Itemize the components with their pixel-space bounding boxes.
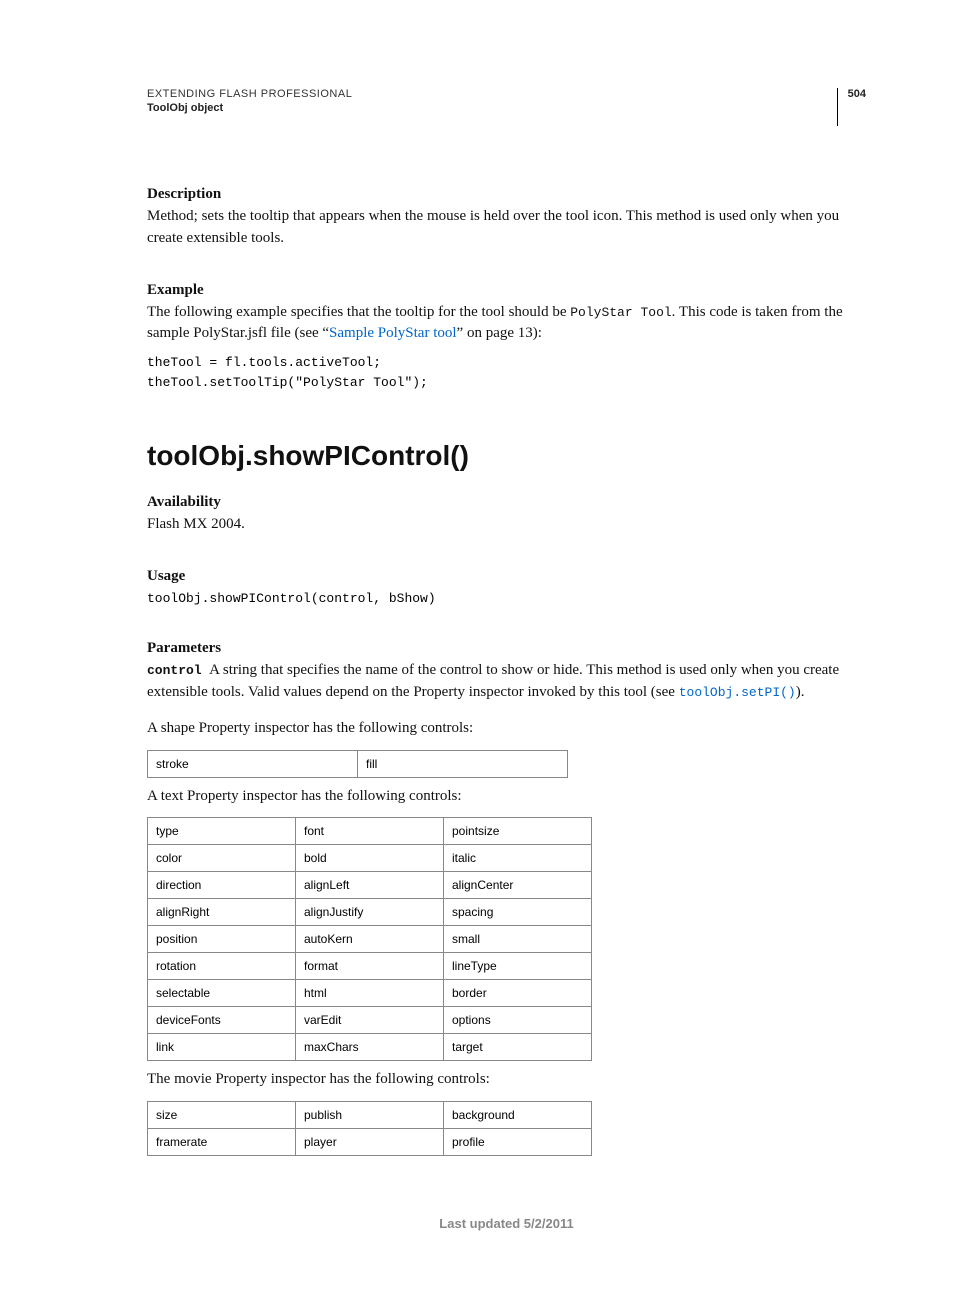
- movie-intro: The movie Property inspector has the fol…: [147, 1069, 866, 1091]
- example-code-block: theTool = fl.tools.activeTool; theTool.s…: [147, 353, 866, 392]
- table-row: sizepublishbackground: [148, 1102, 592, 1129]
- table-cell: position: [148, 926, 296, 953]
- example-heading: Example: [147, 282, 866, 299]
- table-cell: fill: [358, 750, 568, 777]
- page-number: 504: [837, 88, 866, 126]
- table-cell: color: [148, 845, 296, 872]
- table-cell: size: [148, 1102, 296, 1129]
- table-cell: format: [296, 953, 444, 980]
- api-heading: toolObj.showPIControl(): [147, 440, 866, 472]
- doc-title: EXTENDING FLASH PROFESSIONAL: [147, 88, 352, 100]
- table-cell: alignLeft: [296, 872, 444, 899]
- description-body: Method; sets the tooltip that appears wh…: [147, 206, 866, 250]
- table-cell: spacing: [444, 899, 592, 926]
- description-section: Description Method; sets the tooltip tha…: [147, 186, 866, 250]
- table-row: alignRightalignJustifyspacing: [148, 899, 592, 926]
- usage-code: toolObj.showPIControl(control, bShow): [147, 589, 866, 609]
- table-row: framerateplayerprofile: [148, 1129, 592, 1156]
- example-text-post: ” on page 13):: [457, 325, 542, 341]
- example-inline-code: PolyStar Tool: [570, 305, 671, 320]
- table-cell: direction: [148, 872, 296, 899]
- table-row: colorbolditalic: [148, 845, 592, 872]
- movie-table: sizepublishbackground framerateplayerpro…: [147, 1101, 592, 1156]
- table-cell: pointsize: [444, 818, 592, 845]
- table-cell: link: [148, 1034, 296, 1061]
- table-cell: varEdit: [296, 1007, 444, 1034]
- table-cell: alignJustify: [296, 899, 444, 926]
- table-row: deviceFontsvarEditoptions: [148, 1007, 592, 1034]
- example-text-pre: The following example specifies that the…: [147, 304, 570, 320]
- table-cell: font: [296, 818, 444, 845]
- table-cell: framerate: [148, 1129, 296, 1156]
- table-cell: options: [444, 1007, 592, 1034]
- table-cell: background: [444, 1102, 592, 1129]
- table-cell: type: [148, 818, 296, 845]
- param-desc-b: ).: [796, 684, 805, 700]
- example-section: Example The following example specifies …: [147, 282, 866, 393]
- toolobj-setpi-link[interactable]: toolObj.setPI(): [679, 685, 796, 700]
- table-cell: lineType: [444, 953, 592, 980]
- page-header: EXTENDING FLASH PROFESSIONAL ToolObj obj…: [147, 88, 866, 126]
- table-cell: italic: [444, 845, 592, 872]
- shape-table: stroke fill: [147, 750, 568, 778]
- table-cell: alignCenter: [444, 872, 592, 899]
- table-cell: stroke: [148, 750, 358, 777]
- table-cell: profile: [444, 1129, 592, 1156]
- parameters-heading: Parameters: [147, 640, 866, 657]
- table-row: typefontpointsize: [148, 818, 592, 845]
- table-cell: deviceFonts: [148, 1007, 296, 1034]
- header-left-block: EXTENDING FLASH PROFESSIONAL ToolObj obj…: [147, 88, 352, 114]
- table-cell: maxChars: [296, 1034, 444, 1061]
- text-table: typefontpointsize colorbolditalic direct…: [147, 817, 592, 1061]
- availability-body: Flash MX 2004.: [147, 514, 866, 536]
- table-cell: html: [296, 980, 444, 1007]
- table-cell: border: [444, 980, 592, 1007]
- shape-intro: A shape Property inspector has the follo…: [147, 718, 866, 740]
- table-cell: rotation: [148, 953, 296, 980]
- table-cell: publish: [296, 1102, 444, 1129]
- table-row: positionautoKernsmall: [148, 926, 592, 953]
- doc-subtitle: ToolObj object: [147, 102, 352, 114]
- example-body: The following example specifies that the…: [147, 302, 866, 346]
- sample-polystar-link[interactable]: Sample PolyStar tool: [329, 325, 457, 341]
- page: EXTENDING FLASH PROFESSIONAL ToolObj obj…: [0, 0, 954, 1291]
- availability-section: Availability Flash MX 2004.: [147, 494, 866, 536]
- table-cell: small: [444, 926, 592, 953]
- table-cell: autoKern: [296, 926, 444, 953]
- table-cell: alignRight: [148, 899, 296, 926]
- usage-section: Usage toolObj.showPIControl(control, bSh…: [147, 568, 866, 609]
- table-cell: target: [444, 1034, 592, 1061]
- description-heading: Description: [147, 186, 866, 203]
- parameters-body: control A string that specifies the name…: [147, 660, 866, 704]
- usage-heading: Usage: [147, 568, 866, 585]
- availability-heading: Availability: [147, 494, 866, 511]
- table-cell: player: [296, 1129, 444, 1156]
- table-cell: bold: [296, 845, 444, 872]
- page-footer: Last updated 5/2/2011: [147, 1216, 866, 1231]
- table-row: rotationformatlineType: [148, 953, 592, 980]
- parameters-section: Parameters control A string that specifi…: [147, 640, 866, 1156]
- table-cell: selectable: [148, 980, 296, 1007]
- text-intro: A text Property inspector has the follow…: [147, 786, 866, 808]
- table-row: linkmaxCharstarget: [148, 1034, 592, 1061]
- param-name: control: [147, 663, 202, 678]
- table-row: stroke fill: [148, 750, 568, 777]
- table-row: selectablehtmlborder: [148, 980, 592, 1007]
- table-row: directionalignLeftalignCenter: [148, 872, 592, 899]
